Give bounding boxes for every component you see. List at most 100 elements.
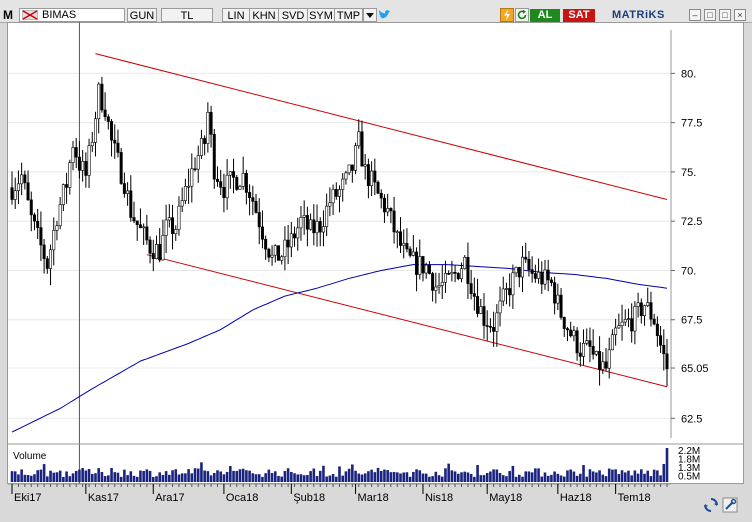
candle-body (126, 190, 130, 194)
volume-bar (611, 469, 614, 482)
volume-bar (527, 471, 531, 482)
volume-label: Volume (13, 451, 47, 462)
volume-bar (241, 468, 245, 482)
volume-bar (209, 475, 213, 482)
volume-bar (434, 471, 438, 482)
volume-bar (656, 470, 659, 482)
candle-body (39, 227, 43, 246)
volume-bar (267, 469, 271, 482)
candle-body (620, 321, 624, 327)
candle-body (74, 147, 78, 158)
volume-bar (328, 475, 332, 482)
volume-bar (87, 468, 91, 482)
volume-bar (588, 469, 592, 482)
volume-bar (530, 472, 534, 482)
volume-bar (415, 469, 418, 482)
candle-body (87, 145, 91, 176)
candle-body (485, 325, 489, 327)
candle-body (312, 219, 316, 234)
candle-body (549, 279, 553, 283)
candle-body (337, 189, 341, 197)
volume-bar (370, 469, 373, 482)
volume-bar (296, 474, 300, 482)
volume-bar (212, 473, 216, 482)
candle-body (610, 334, 614, 351)
volume-bar (322, 465, 325, 482)
candle-body (556, 294, 560, 304)
volume-bar (376, 467, 380, 482)
volume-bar (485, 472, 489, 482)
candlesticks (10, 76, 669, 387)
candle-body (103, 109, 107, 118)
candle-body (411, 251, 415, 256)
candle-body (543, 269, 547, 285)
auto-scroll-icon[interactable] (703, 497, 719, 513)
candle-body (248, 192, 252, 198)
candle-body (508, 288, 512, 296)
volume-bar (155, 476, 158, 482)
candle-body (183, 185, 187, 201)
candle-body (251, 197, 255, 202)
candle-body (32, 214, 36, 222)
volume-bar (33, 474, 36, 482)
candle-body (187, 185, 191, 188)
candle-body (77, 156, 81, 171)
candle-body (171, 217, 175, 235)
candle-body (607, 349, 611, 369)
volume-bar (184, 473, 187, 482)
candle-body (585, 340, 589, 344)
volume-bar (338, 466, 341, 482)
channel-upper-line (95, 53, 668, 200)
candle-body (151, 253, 155, 260)
price-chart[interactable]: 80. 77.5 75. 72.5 70. 67.5 65.05 62.5 Volume 2.… (0, 0, 752, 522)
volume-bar (222, 474, 226, 482)
volume-bar (392, 471, 396, 482)
candle-body (392, 210, 396, 233)
volume-bar (537, 468, 540, 482)
candle-body (97, 83, 101, 120)
volume-bar (479, 475, 483, 482)
candle-body (334, 189, 338, 197)
time-tick-label: Haz18 (560, 492, 592, 504)
candle-body (106, 116, 110, 122)
candle-body (614, 327, 618, 335)
candle-body (479, 306, 483, 314)
candle-body (219, 181, 223, 188)
candle-body (553, 282, 557, 304)
settings-tool-icon[interactable] (722, 497, 738, 513)
volume-bar (206, 471, 210, 482)
candle-body (633, 306, 637, 332)
candle-body (466, 256, 470, 284)
candle-body (286, 239, 290, 248)
volume-bar (553, 471, 556, 482)
candle-body (113, 139, 117, 144)
volume-bar (58, 470, 62, 482)
volume-bar (78, 469, 81, 482)
candle-body (379, 192, 383, 199)
volume-bar (132, 475, 136, 482)
price-tick-label: 62.5 (681, 413, 702, 425)
volume-bar (501, 475, 505, 482)
volume-bar (444, 468, 447, 482)
candle-body (29, 199, 33, 216)
volume-bar (495, 469, 499, 482)
candle-body (110, 121, 114, 141)
volume-bar (514, 476, 518, 482)
candle-body (196, 155, 200, 170)
volume-bar (508, 471, 511, 482)
volume-bar (659, 475, 662, 482)
volume-bar (543, 472, 547, 482)
volume-bar (280, 476, 284, 482)
candle-body (254, 201, 258, 213)
volume-bar (261, 476, 264, 482)
volume-axis: 2.2M1.8M1.3M0.5M (678, 446, 700, 483)
candle-body (222, 187, 226, 199)
candle-body (601, 361, 605, 370)
candle-body (10, 187, 14, 200)
volume-bar (662, 464, 666, 482)
candle-body (148, 239, 152, 254)
candle-body (145, 226, 149, 241)
candle-body (16, 183, 20, 191)
candle-body (659, 335, 663, 346)
volume-bar (94, 473, 97, 482)
